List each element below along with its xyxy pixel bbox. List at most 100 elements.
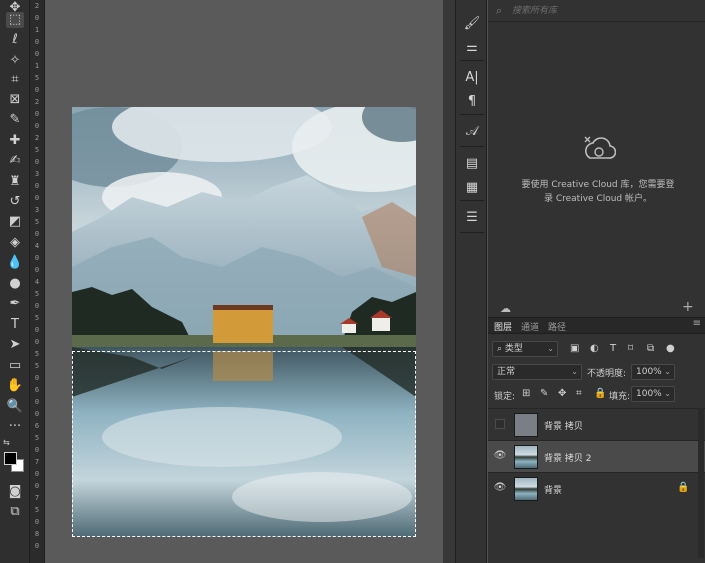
ruler-tick-label: 0 (34, 158, 40, 166)
path-selection-tool[interactable]: ➤ (6, 337, 24, 353)
swap-colors-icon[interactable]: ⇆ (3, 438, 10, 447)
opacity-field[interactable]: 100% ⌄ (631, 364, 675, 380)
crop-tool[interactable]: ⌗ (6, 72, 24, 88)
strip-divider (460, 60, 484, 61)
foreground-color-swatch[interactable] (4, 452, 17, 465)
chevron-down-icon: ⌄ (664, 389, 671, 398)
marquee-tool[interactable]: ⬚ (6, 12, 24, 28)
layer-row[interactable]: 👁 背景 拷贝 2 (488, 440, 705, 472)
eyedropper-tool[interactable]: ✎ (6, 112, 24, 128)
strip-divider (460, 200, 484, 201)
libraries-icon[interactable]: ▤ (463, 154, 481, 172)
ruler-tick-label: 5 (34, 350, 40, 358)
fill-value: 100% (636, 389, 662, 399)
filter-toggle-icon[interactable]: ● (666, 343, 675, 354)
lock-all-icon[interactable]: 🔒 (594, 388, 606, 399)
eye-icon[interactable]: 👁 (493, 482, 507, 496)
vertical-ruler[interactable]: 2 0 1 0 0 1 5 0 2 0 0 2 5 0 3 0 0 3 5 0 4 0 0 4 5 0 5 0 0 5 5 0 6 0 0 6 5 0 7 0… (30, 0, 45, 563)
canvas-area[interactable] (45, 0, 443, 563)
lock-image-pixels-icon[interactable]: ✎ (540, 388, 548, 399)
dodge-tool[interactable]: ● (6, 276, 24, 292)
libraries-footer: ☁ + (488, 299, 705, 317)
strip-divider (460, 232, 484, 233)
brush-tool[interactable]: ✍ (6, 153, 24, 169)
ruler-tick-label: 3 (34, 206, 40, 214)
lock-artboard-icon[interactable]: ⌗ (576, 388, 582, 399)
strip-divider (460, 114, 484, 115)
layer-row[interactable]: 背景 拷贝 (488, 408, 705, 440)
ruler-tick-label: 0 (34, 194, 40, 202)
history-brush-tool[interactable]: ↺ (6, 194, 24, 210)
lasso-tool[interactable]: ℓ (6, 32, 24, 48)
magic-wand-tool[interactable]: ✧ (6, 53, 24, 69)
document-image[interactable] (72, 107, 416, 537)
ruler-tick-label: 0 (34, 338, 40, 346)
healing-brush-tool[interactable]: ✚ (6, 133, 24, 149)
blend-mode-value: 正常 (497, 367, 516, 377)
more-tools[interactable]: ··· (6, 419, 24, 435)
frame-tool[interactable]: ⊠ (6, 92, 24, 108)
fill-field[interactable]: 100% ⌄ (631, 386, 675, 402)
lock-label: 锁定: (494, 392, 516, 402)
ruler-tick-label: 0 (34, 518, 40, 526)
eraser-tool[interactable]: ◩ (6, 214, 24, 230)
ruler-tick-label: 0 (34, 410, 40, 418)
lock-position-icon[interactable]: ✥ (558, 388, 566, 399)
pixel-layer-filter-icon[interactable]: ▣ (570, 343, 579, 354)
ruler-tick-label: 2 (34, 134, 40, 142)
zoom-tool[interactable]: 🔍 (6, 399, 24, 415)
tab-layers[interactable]: 图层 (494, 320, 512, 333)
pen-tool[interactable]: ✒ (6, 296, 24, 312)
layer-name[interactable]: 背景 拷贝 2 (544, 451, 591, 464)
ruler-tick-label: 0 (34, 182, 40, 190)
cloud-sync-icon[interactable]: ☁ (500, 302, 511, 315)
visibility-toggle-off[interactable] (495, 419, 505, 429)
ruler-tick-label: 5 (34, 218, 40, 226)
ruler-tick-label: 2 (34, 98, 40, 106)
landscape-photo (72, 107, 416, 537)
layer-row[interactable]: 👁 背景 🔒 (488, 472, 705, 504)
eye-icon[interactable]: 👁 (493, 450, 507, 464)
paragraph-icon[interactable]: ¶ (463, 92, 481, 110)
paint-bucket-tool[interactable]: ◈ (6, 235, 24, 251)
layers-scrollbar[interactable] (698, 408, 704, 558)
panel-menu-icon[interactable]: ≡ (693, 318, 701, 329)
creative-cloud-icon (584, 136, 616, 159)
libraries-search-bar: ⌕ (488, 0, 705, 22)
layer-name[interactable]: 背景 (544, 483, 562, 496)
stamp-tool[interactable]: ♜ (6, 174, 24, 190)
adjustments-icon[interactable]: ⚌ (463, 38, 481, 56)
tab-channels[interactable]: 通道 (521, 320, 539, 333)
add-icon[interactable]: + (682, 299, 694, 315)
smart-object-filter-icon[interactable]: ⧉ (647, 343, 654, 354)
ruler-tick-label: 0 (34, 482, 40, 490)
blur-tool[interactable]: 💧 (6, 255, 24, 271)
quick-mask-tool[interactable]: ◙ (6, 484, 24, 500)
screen-mode-tool[interactable]: ⧉ (6, 504, 24, 520)
fill-label: 填充: (609, 392, 631, 402)
layer-thumbnail (514, 477, 538, 501)
lock-transparent-pixels-icon[interactable]: ⊞ (522, 388, 530, 399)
tools-panel: ✥ ⬚ ℓ ✧ ⌗ ⊠ ✎ ✚ ✍ ♜ ↺ ◩ ◈ 💧 ● ✒ T ➤ ▭ ✋ 🔍 ··· ◙ ⧉ ⇆ (0, 0, 30, 563)
rectangle-tool[interactable]: ▭ (6, 358, 24, 374)
glyphs-icon[interactable]: 𝒜 (463, 122, 481, 140)
ruler-tick-label: 0 (34, 302, 40, 310)
type-layer-filter-icon[interactable]: T (610, 343, 616, 354)
adjustment-layer-filter-icon[interactable]: ◐ (590, 343, 599, 354)
libraries-search-input[interactable] (512, 3, 697, 19)
ruler-tick-label: 0 (34, 86, 40, 94)
tab-paths[interactable]: 路径 (548, 320, 566, 333)
character-icon[interactable]: A| (463, 68, 481, 86)
shape-layer-filter-icon[interactable]: ⌑ (628, 343, 633, 354)
ruler-tick-label: 8 (34, 530, 40, 538)
blend-mode-select[interactable]: 正常 ⌄ (492, 364, 582, 380)
hand-tool[interactable]: ✋ (6, 378, 24, 394)
layer-filter-select[interactable]: ⌕ 类型 ⌄ (492, 341, 558, 357)
properties-icon[interactable]: ☰ (463, 208, 481, 226)
brush-settings-icon[interactable]: 🖌 (463, 14, 481, 32)
layer-name[interactable]: 背景 拷贝 (544, 419, 583, 432)
ruler-tick-label: 5 (34, 74, 40, 82)
notes-icon[interactable]: ▦ (463, 178, 481, 196)
ruler-tick-label: 5 (34, 434, 40, 442)
type-tool[interactable]: T (6, 317, 24, 333)
